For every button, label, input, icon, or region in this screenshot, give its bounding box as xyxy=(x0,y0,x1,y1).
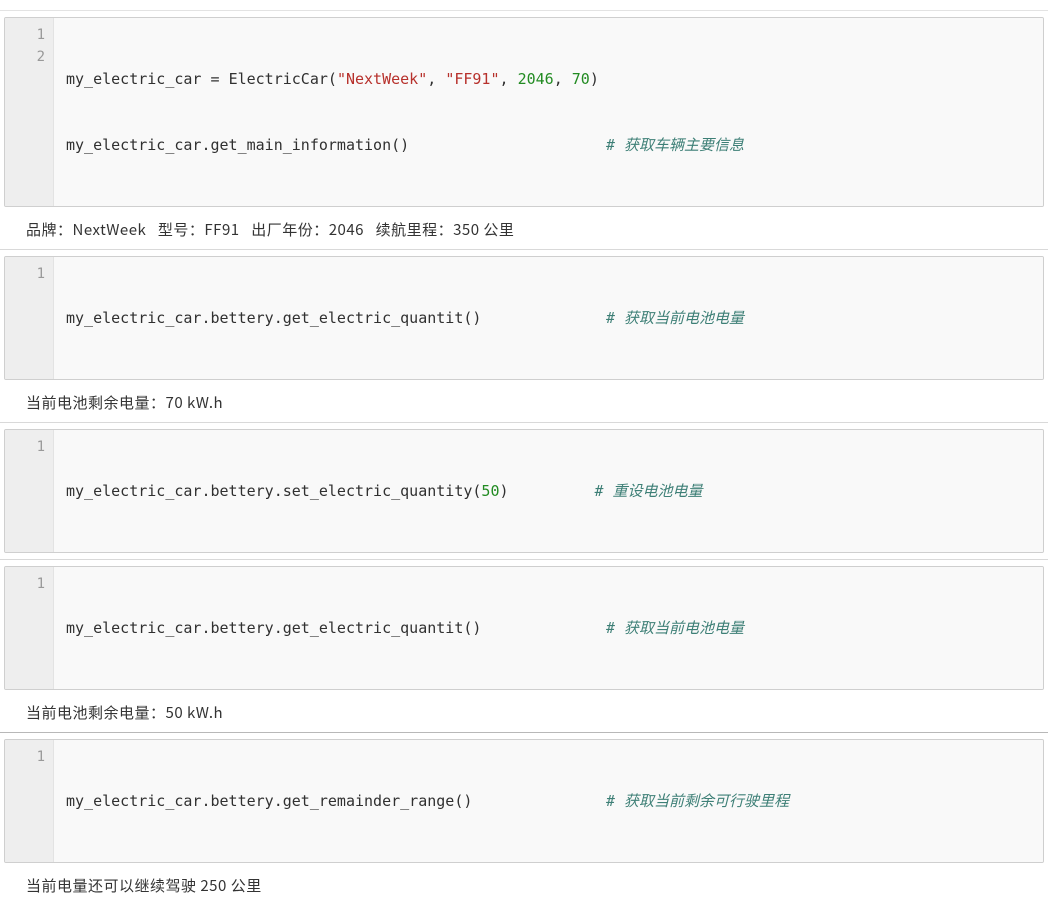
code-comment: # 获取当前电池电量 xyxy=(606,619,744,637)
code-comment: # 获取当前剩余可行驶里程 xyxy=(606,792,789,810)
code-body[interactable]: my_electric_car.bettery.get_electric_qua… xyxy=(54,257,1043,379)
cell-output-4: 当前电池剩余电量：50 kW.h xyxy=(0,696,1048,732)
line-number: 1 xyxy=(9,573,45,595)
line-gutter: 1 2 xyxy=(5,18,54,206)
code-line: my_electric_car.bettery.get_electric_qua… xyxy=(66,307,1031,329)
line-number: 1 xyxy=(9,436,45,458)
cell-output-2: 当前电池剩余电量：70 kW.h xyxy=(0,386,1048,422)
code-editor-1[interactable]: 1 2 my_electric_car = ElectricCar("NextW… xyxy=(4,17,1044,207)
line-gutter: 1 xyxy=(5,257,54,379)
code-line: my_electric_car.bettery.get_remainder_ra… xyxy=(66,790,1031,812)
code-cell-5: 1 my_electric_car.bettery.get_remainder_… xyxy=(0,733,1048,905)
line-number: 1 xyxy=(9,24,45,46)
code-editor-3[interactable]: 1 my_electric_car.bettery.set_electric_q… xyxy=(4,429,1044,553)
code-editor-4[interactable]: 1 my_electric_car.bettery.get_electric_q… xyxy=(4,566,1044,690)
code-body[interactable]: my_electric_car = ElectricCar("NextWeek"… xyxy=(54,18,1043,206)
code-comment: # 重设电池电量 xyxy=(594,482,702,500)
code-comment: # 获取车辆主要信息 xyxy=(606,136,744,154)
code-cell-3: 1 my_electric_car.bettery.set_electric_q… xyxy=(0,423,1048,559)
code-cell-1: 1 2 my_electric_car = ElectricCar("NextW… xyxy=(0,11,1048,249)
code-line: my_electric_car = ElectricCar("NextWeek"… xyxy=(66,68,1031,90)
top-edge-artifact xyxy=(0,0,1048,11)
line-gutter: 1 xyxy=(5,567,54,689)
cell-output-1: 品牌：NextWeek 型号：FF91 出厂年份：2046 续航里程：350 公… xyxy=(0,213,1048,249)
code-comment: # 获取当前电池电量 xyxy=(606,309,744,327)
line-number: 1 xyxy=(9,263,45,285)
code-editor-2[interactable]: 1 my_electric_car.bettery.get_electric_q… xyxy=(4,256,1044,380)
code-line: my_electric_car.get_main_information()# … xyxy=(66,134,1031,156)
line-gutter: 1 xyxy=(5,430,54,552)
notebook-cells: 1 2 my_electric_car = ElectricCar("NextW… xyxy=(0,11,1048,905)
line-gutter: 1 xyxy=(5,740,54,862)
code-line: my_electric_car.bettery.set_electric_qua… xyxy=(66,480,1031,502)
code-line: my_electric_car.bettery.get_electric_qua… xyxy=(66,617,1031,639)
code-cell-2: 1 my_electric_car.bettery.get_electric_q… xyxy=(0,250,1048,422)
line-number: 1 xyxy=(9,746,45,768)
code-cell-4: 1 my_electric_car.bettery.get_electric_q… xyxy=(0,560,1048,732)
line-number: 2 xyxy=(9,46,45,68)
code-body[interactable]: my_electric_car.bettery.set_electric_qua… xyxy=(54,430,1043,552)
code-body[interactable]: my_electric_car.bettery.get_electric_qua… xyxy=(54,567,1043,689)
cell-output-5: 当前电量还可以继续驾驶 250 公里 xyxy=(0,869,1048,905)
code-body[interactable]: my_electric_car.bettery.get_remainder_ra… xyxy=(54,740,1043,862)
code-editor-5[interactable]: 1 my_electric_car.bettery.get_remainder_… xyxy=(4,739,1044,863)
